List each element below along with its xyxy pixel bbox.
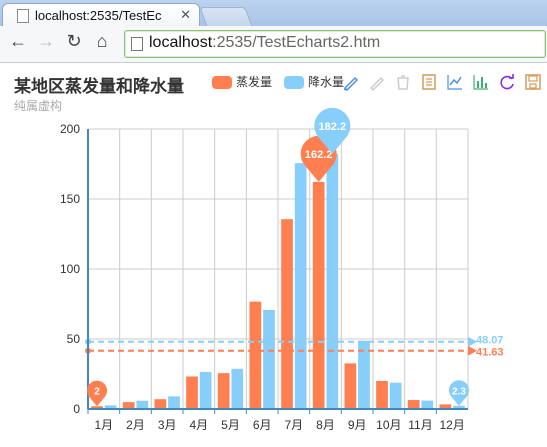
home-icon[interactable]: ⌂: [90, 31, 114, 52]
url-host: localhost: [149, 34, 213, 51]
x-tick-label: 4月: [189, 418, 208, 432]
marker-label: 162.2: [305, 149, 333, 161]
page-icon: [17, 9, 29, 23]
forward-icon[interactable]: →: [34, 31, 58, 52]
tab-strip: localhost:2535/TestEc ✕: [0, 0, 547, 27]
bar-precipitation: [263, 310, 275, 409]
chart-grid: [87, 128, 469, 410]
page-content: 某地区蒸发量和降水量 纯属虚构 蒸发量 降水量 48.07 41.63 0 50 10…: [0, 63, 547, 447]
bar-precipitation: [136, 400, 149, 409]
bar-precipitation: [199, 372, 212, 409]
close-icon[interactable]: ✕: [180, 7, 191, 23]
bar-chart: 48.0741.63 0 50 100 150 200 1月 2月 3月 4月 5月 6月 7月 8月 9…: [60, 107, 504, 432]
y-tick-label: 50: [67, 332, 81, 346]
url-path: :2535/TestEcharts2.htm: [212, 34, 381, 51]
bar-evaporation: [312, 181, 325, 409]
x-tick-label: 7月: [284, 418, 303, 432]
min-marker: 2.3: [448, 380, 469, 406]
axis-labels: 0 50 100 150 200 1月 2月 3月 4月 5月 6月 7月 8月 9月 10月 11月 12月: [60, 122, 465, 432]
x-tick-label: 8月: [316, 418, 335, 432]
url-text: localhost:2535/TestEcharts2.htm: [149, 34, 380, 52]
x-tick-label: 10月: [376, 418, 401, 432]
browser-tab[interactable]: localhost:2535/TestEc ✕: [2, 3, 200, 27]
marker-label: 2: [94, 387, 100, 398]
x-tick-label: 3月: [158, 418, 177, 432]
bar-evaporation: [217, 373, 230, 409]
bar-precipitation: [421, 400, 434, 409]
min-marker: 2: [87, 380, 108, 407]
tab-title: localhost:2535/TestEc: [35, 8, 162, 23]
x-tick-label: 6月: [253, 418, 272, 432]
y-tick-label: 200: [60, 122, 80, 136]
x-tick-label: 9月: [348, 418, 367, 432]
average-lines: 48.0741.63: [85, 335, 504, 359]
bar-evaporation: [186, 376, 198, 409]
browser-toolbar: ← → ↻ ⌂ localhost:2535/TestEcharts2.htm: [0, 26, 547, 63]
bar-evaporation: [154, 399, 167, 409]
bar-precipitation: [168, 396, 180, 409]
reload-icon[interactable]: ↻: [62, 31, 86, 52]
bar-precipitation: [231, 368, 244, 409]
bar-evaporation: [376, 381, 388, 409]
bar-precipitation: [326, 153, 339, 409]
y-tick-label: 0: [73, 402, 80, 416]
x-tick-label: 12月: [439, 418, 464, 432]
average-label: 41.63: [476, 347, 504, 359]
back-icon[interactable]: ←: [6, 31, 30, 52]
bar-evaporation: [122, 402, 135, 409]
y-tick-label: 150: [60, 192, 80, 206]
marker-label: 182.2: [319, 121, 347, 133]
marker-label: 2.3: [452, 386, 466, 397]
bar-evaporation: [249, 301, 262, 409]
new-tab-button[interactable]: [199, 7, 253, 27]
average-label: 48.07: [476, 335, 504, 347]
bar-evaporation: [281, 219, 293, 409]
bar-precipitation: [389, 382, 402, 409]
bar-precipitation: [294, 163, 307, 409]
y-tick-label: 100: [60, 262, 80, 276]
page-icon: [131, 37, 143, 51]
x-tick-label: 5月: [221, 418, 240, 432]
x-tick-label: 1月: [94, 418, 113, 432]
bar-evaporation: [407, 400, 420, 409]
bar-evaporation: [344, 363, 357, 409]
address-bar[interactable]: localhost:2535/TestEcharts2.htm: [124, 30, 546, 58]
x-tick-label: 2月: [126, 418, 145, 432]
x-tick-label: 11月: [408, 418, 432, 432]
